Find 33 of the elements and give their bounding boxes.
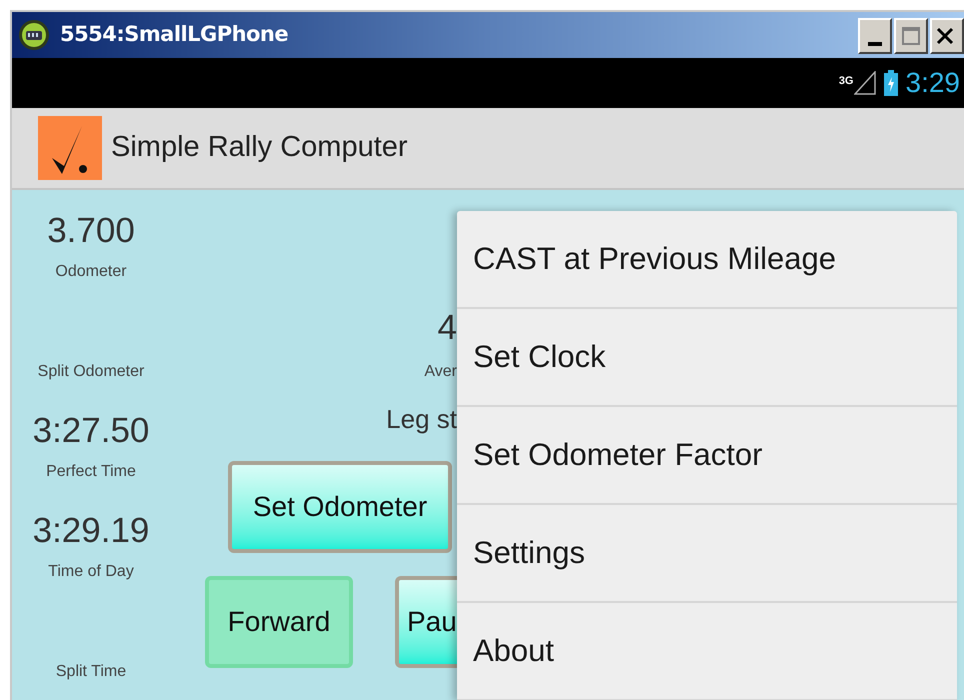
- window-title: 5554:SmallLGPhone: [60, 21, 288, 48]
- readout-label: Split Odometer: [38, 362, 144, 382]
- checkmark-logo-icon: [38, 116, 102, 180]
- menu-item[interactable]: About: [457, 603, 957, 700]
- clock: 3:29: [906, 66, 960, 100]
- close-button[interactable]: [930, 18, 964, 54]
- action-button[interactable]: Forward: [205, 576, 353, 668]
- signal-icon: [854, 71, 876, 95]
- menu-item[interactable]: Set Odometer Factor: [457, 407, 957, 505]
- close-icon: [936, 27, 954, 45]
- menu-item[interactable]: CAST at Previous Mileage: [457, 211, 957, 309]
- action-button[interactable]: Set Odometer: [228, 461, 452, 553]
- minimize-icon: [868, 42, 882, 46]
- readout-value: 3.700: [47, 211, 135, 251]
- maximize-icon: [902, 27, 920, 45]
- readout-label: Odometer: [55, 262, 127, 282]
- readout-value: 3:27.50: [32, 411, 150, 451]
- average-label: Aver: [424, 362, 457, 382]
- readout-value: 3:29.19: [32, 511, 150, 551]
- minimize-button[interactable]: [858, 18, 892, 54]
- menu-item[interactable]: Set Clock: [457, 309, 957, 407]
- menu-item[interactable]: Settings: [457, 505, 957, 603]
- leg-status: Leg st: [386, 404, 457, 434]
- average-value: 4: [438, 308, 457, 348]
- readout-label: Time of Day: [48, 562, 134, 582]
- android-icon: [18, 19, 50, 51]
- readout-label: Perfect Time: [46, 462, 136, 482]
- readout-label: Split Time: [56, 662, 126, 682]
- battery-icon: [884, 70, 898, 96]
- maximize-button[interactable]: [894, 18, 928, 54]
- network-type: 3G: [838, 74, 854, 89]
- action-button[interactable]: Pau: [395, 576, 457, 668]
- app-title: Simple Rally Computer: [111, 130, 408, 166]
